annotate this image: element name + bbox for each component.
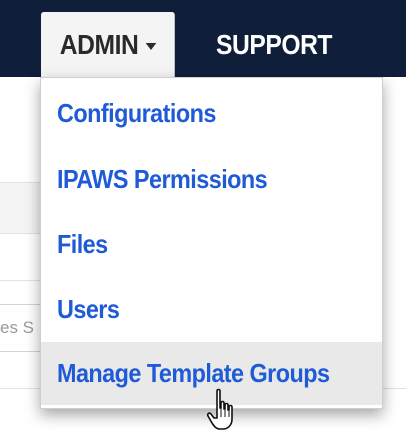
table-header-strip — [0, 183, 40, 233]
menu-item-label: Users — [57, 294, 120, 324]
search-input[interactable]: es S — [0, 304, 41, 352]
divider — [0, 280, 40, 281]
menu-item-users[interactable]: Users — [41, 278, 382, 341]
menu-item-label: Manage Template Groups — [57, 358, 330, 388]
menu-item-label: IPAWS Permissions — [57, 164, 268, 194]
caret-down-icon — [145, 43, 156, 50]
admin-dropdown-menu: Configurations IPAWS Permissions Files U… — [40, 77, 383, 409]
menu-item-label: Configurations — [57, 98, 216, 128]
support-menu-link[interactable]: SUPPORT — [216, 12, 348, 77]
divider — [0, 233, 40, 234]
admin-menu-toggle[interactable]: ADMIN — [41, 12, 175, 77]
menu-item-configurations[interactable]: Configurations — [41, 82, 382, 145]
menu-item-label: Files — [57, 229, 108, 259]
menu-item-ipaws-permissions[interactable]: IPAWS Permissions — [41, 148, 382, 211]
support-menu-label: SUPPORT — [216, 28, 333, 60]
search-input-text: es S — [0, 318, 35, 337]
menu-item-files[interactable]: Files — [41, 213, 382, 276]
hand-pointer-icon — [206, 388, 233, 430]
admin-menu-label: ADMIN — [59, 28, 139, 60]
